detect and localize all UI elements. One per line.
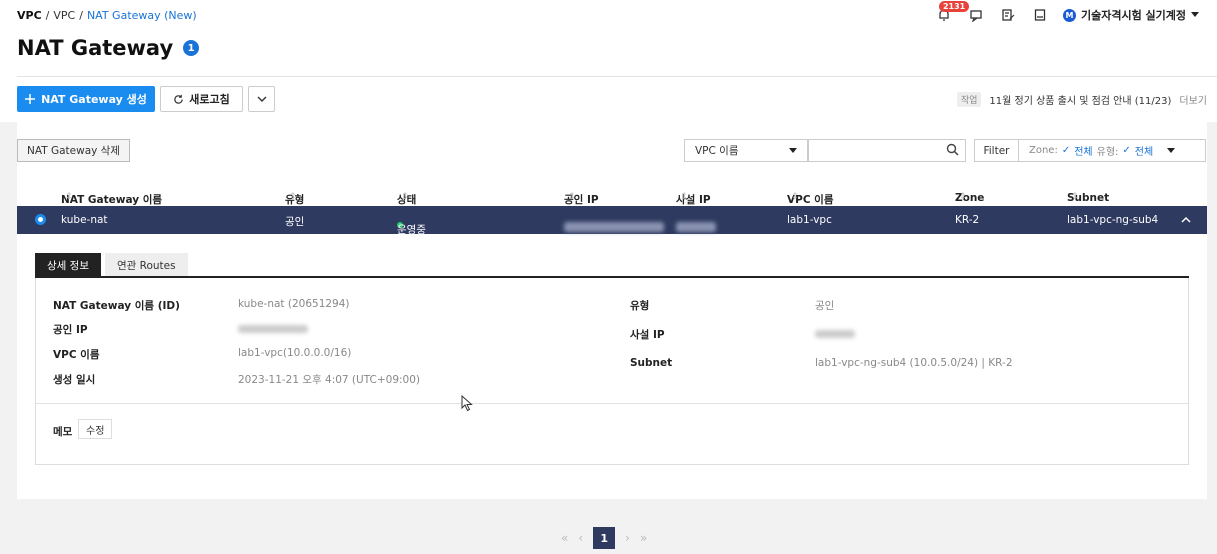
divider (17, 76, 1217, 77)
detail-value-private-ip (815, 329, 855, 341)
search-icon[interactable] (946, 143, 959, 156)
chat-icon (970, 10, 982, 22)
notice-text[interactable]: 11월 정기 상품 출시 및 점검 안내 (11/23) (989, 92, 1171, 107)
sort-icon: ⇕ (65, 192, 73, 202)
type-filter-label: 유형: (1096, 147, 1119, 158)
breadcrumb: VPC / VPC / NAT Gateway (New) (17, 9, 197, 22)
search-field-label: VPC 이름 (695, 145, 739, 157)
create-label: NAT Gateway 생성 (41, 93, 147, 106)
breadcrumb-root[interactable]: VPC (17, 9, 42, 22)
detail-label-name: NAT Gateway 이름 (ID) (53, 300, 180, 312)
detail-value-public-ip (238, 324, 308, 336)
detail-value-name: kube-nat (20651294) (238, 298, 350, 310)
chevron-up-icon[interactable] (1180, 211, 1192, 229)
notice-tag: 작업 (956, 92, 982, 107)
cell-name: kube-nat (61, 214, 108, 226)
detail-label-subnet: Subnet (630, 357, 673, 369)
info-icon[interactable]: 1 (183, 40, 200, 56)
detail-tabs: 상세 정보 연관 Routes (35, 253, 188, 277)
search-field-select[interactable]: VPC 이름 (684, 139, 808, 162)
sort-icon: ⇕ (568, 192, 576, 202)
book-button[interactable] (1031, 6, 1049, 24)
type-filter-value: 전체 (1134, 147, 1154, 158)
cell-zone: KR-2 (955, 214, 980, 226)
account-avatar: M (1062, 8, 1076, 22)
edit-button[interactable] (999, 6, 1017, 24)
cell-type: 공인 (285, 216, 305, 228)
zone-filter-value: 전체 (1074, 147, 1093, 158)
page-title: NAT Gateway 1 (17, 36, 200, 60)
next-page-icon[interactable]: › (625, 531, 630, 545)
notification-badge: 2131 (938, 1, 970, 12)
edit-icon (1002, 9, 1015, 21)
chevron-down-icon (1191, 12, 1199, 17)
plus-icon (25, 94, 36, 104)
memo-divider (36, 403, 1188, 404)
book-icon (1034, 9, 1046, 21)
filter-summary[interactable]: Zone: ✓ 전체 유형: ✓ 전체 (1019, 139, 1206, 162)
breadcrumb-separator: / (45, 9, 50, 22)
sort-icon: ⇕ (680, 192, 688, 202)
row-radio[interactable] (35, 214, 46, 225)
breadcrumb-vpc[interactable]: VPC (53, 9, 75, 22)
zone-filter-label: Zone: (1029, 145, 1058, 156)
first-page-icon[interactable]: « (561, 531, 568, 545)
last-page-icon[interactable]: » (640, 531, 647, 545)
cell-vpc: lab1-vpc (787, 214, 832, 226)
pagination: « ‹ 1 › » (561, 527, 647, 549)
check-icon: ✓ (1122, 145, 1131, 156)
top-right-bar: 2131 M 기술자격시험 실기계정 (935, 1, 1199, 24)
breadcrumb-current[interactable]: NAT Gateway (New) (87, 9, 197, 22)
detail-value-type: 공인 (815, 300, 835, 312)
detail-value-created: 2023-11-21 오후 4:07 (UTC+09:00) (238, 374, 420, 386)
detail-panel: NAT Gateway 이름 (ID) kube-nat (20651294) … (35, 278, 1189, 465)
detail-label-public-ip: 공인 IP (53, 324, 88, 336)
account-menu[interactable]: M 기술자격시험 실기계정 (1062, 7, 1199, 23)
detail-value-vpc: lab1-vpc(10.0.0.0/16) (238, 347, 352, 359)
notification-button[interactable]: 2131 (935, 1, 970, 24)
tab-detail-info[interactable]: 상세 정보 (35, 253, 101, 277)
page-number[interactable]: 1 (593, 527, 616, 549)
chevron-down-icon (789, 147, 797, 153)
page-title-text: NAT Gateway (17, 36, 174, 60)
refresh-label: 새로고침 (189, 93, 230, 106)
memo-edit-button[interactable]: 수정 (78, 419, 113, 439)
table-header: NAT Gateway 이름 ⇕ 유형 ⇕ 상태 ⇕ 공인 IP ⇕ 사설 IP ⇕ VP… (17, 182, 1207, 206)
filter-button[interactable]: Filter (974, 139, 1019, 162)
tab-related-routes[interactable]: 연관 Routes (104, 253, 188, 277)
delete-nat-gateway-button[interactable]: NAT Gateway 삭제 (17, 139, 130, 162)
refresh-button[interactable]: 새로고침 (160, 86, 243, 112)
detail-value-subnet: lab1-vpc-ng-sub4 (10.0.5.0/24) | KR-2 (815, 357, 1013, 369)
table-row[interactable]: kube-nat 공인 운영중 lab1-vpc KR-2 lab1-vpc-n… (17, 206, 1207, 236)
detail-label-private-ip: 사설 IP (630, 329, 665, 341)
chevron-down-icon (1167, 147, 1176, 153)
detail-label-created: 생성 일시 (53, 374, 96, 386)
detail-label-vpc: VPC 이름 (53, 349, 100, 361)
more-options-button[interactable] (248, 86, 275, 112)
sort-icon: ⇕ (1071, 192, 1079, 202)
chevron-down-icon (257, 96, 266, 102)
search-input[interactable] (808, 139, 966, 162)
notice-more-link[interactable]: 더보기 (1179, 92, 1207, 107)
notice-bar: 작업 11월 정기 상품 출시 및 점검 안내 (11/23) 더보기 (956, 92, 1207, 107)
sort-icon: ⇕ (401, 192, 409, 202)
check-icon: ✓ (1061, 145, 1071, 156)
prev-page-icon[interactable]: ‹ (578, 531, 583, 545)
sort-icon: ⇕ (959, 192, 967, 202)
cell-subnet: lab1-vpc-ng-sub4 (1067, 214, 1159, 226)
detail-label-type: 유형 (630, 300, 650, 312)
sort-icon: ⇕ (791, 192, 799, 202)
create-nat-gateway-button[interactable]: NAT Gateway 생성 (17, 86, 155, 112)
refresh-icon (174, 94, 184, 104)
account-name: 기술자격시험 실기계정 (1080, 9, 1186, 22)
mouse-cursor-icon (461, 395, 473, 412)
memo-label: 메모 (53, 426, 73, 438)
sort-icon: ⇕ (289, 192, 297, 202)
chat-button[interactable] (967, 6, 985, 24)
breadcrumb-separator: / (79, 9, 83, 22)
